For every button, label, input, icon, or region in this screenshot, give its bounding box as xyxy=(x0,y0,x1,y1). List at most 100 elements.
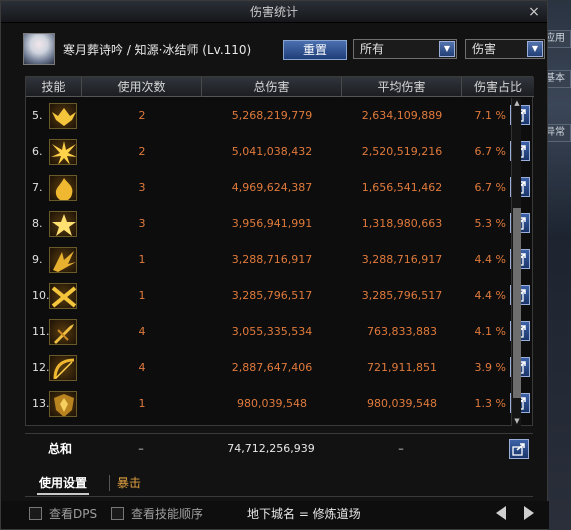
total-uses: – xyxy=(138,442,144,455)
total-share-button[interactable] xyxy=(509,439,529,459)
view-order-label: 查看技能顺序 xyxy=(131,507,204,521)
window-title: 伤害统计 xyxy=(249,5,298,19)
row-uses: 2 xyxy=(138,109,146,122)
row-avg-damage: 980,039,548 xyxy=(367,397,437,410)
row-uses: 4 xyxy=(138,361,146,374)
skill-icon-burst-glyph xyxy=(51,141,76,164)
filter-select-value: 所有 xyxy=(360,42,385,56)
character-name: 寒月葬诗吟 / 知源·冰结师 (Lv.110) xyxy=(63,43,252,57)
row-avg-damage: 763,833,883 xyxy=(367,325,437,338)
skill-icon-bow-glyph xyxy=(53,358,75,380)
skill-icon-shards-glyph xyxy=(53,251,76,272)
row-avg-damage: 721,911,851 xyxy=(367,361,437,374)
view-dps-label: 查看DPS xyxy=(49,507,98,521)
reset-button[interactable]: 重置 xyxy=(283,40,347,60)
row-share: 4.4 % xyxy=(474,289,506,302)
table-row[interactable]: 5. 2 5,268,219,779 2,634,109,889 7.1 % xyxy=(26,99,530,133)
row-share: 6.7 % xyxy=(474,145,506,158)
table-row[interactable]: 6. 2 5,041,038,432 2,520,519,216 6.7 % xyxy=(26,135,530,169)
row-uses: 1 xyxy=(138,397,146,410)
chevron-down-icon[interactable]: ▼ xyxy=(527,41,543,57)
scroll-down-icon[interactable]: ▼ xyxy=(512,416,522,426)
skill-icon-wings[interactable] xyxy=(49,103,77,129)
row-uses: 1 xyxy=(138,253,146,266)
col-avg[interactable]: 平均伤害 xyxy=(342,77,462,97)
col-uses[interactable]: 使用次数 xyxy=(82,77,202,97)
skill-icon-flame-glyph xyxy=(55,178,73,200)
row-uses: 4 xyxy=(138,325,146,338)
avatar xyxy=(23,33,55,65)
tab-divider xyxy=(109,475,110,491)
next-page-icon[interactable] xyxy=(524,506,534,520)
chevron-down-icon[interactable]: ▼ xyxy=(439,41,455,57)
row-total-damage: 3,055,335,534 xyxy=(231,325,313,338)
share-icon xyxy=(512,443,525,456)
row-total-damage: 980,039,548 xyxy=(237,397,307,410)
skill-icon-burst[interactable] xyxy=(49,139,77,165)
row-share: 4.4 % xyxy=(474,253,506,266)
row-share: 1.3 % xyxy=(474,397,506,410)
scroll-up-icon[interactable]: ▲ xyxy=(512,98,522,108)
row-total-damage: 3,288,716,917 xyxy=(231,253,313,266)
row-uses: 2 xyxy=(138,145,146,158)
table-header: 技能 使用次数 总伤害 平均伤害 伤害占比 xyxy=(26,77,534,97)
row-share: 5.3 % xyxy=(474,217,506,230)
scrollbar[interactable]: ▲ ▼ xyxy=(511,98,521,426)
skill-icon-star[interactable] xyxy=(49,211,77,237)
skill-icon-spear[interactable] xyxy=(49,319,77,345)
table-row[interactable]: 11. 4 3,055,335,534 763,833,883 4.1 % xyxy=(26,315,530,349)
table-row[interactable]: 10. 1 3,285,796,517 3,285,796,517 4.4 % xyxy=(26,279,530,313)
filter-select[interactable]: 所有 ▼ xyxy=(353,39,457,59)
col-skill[interactable]: 技能 xyxy=(26,77,82,97)
row-total-damage: 3,285,796,517 xyxy=(231,289,313,302)
row-total-damage: 2,887,647,406 xyxy=(231,361,313,374)
skill-icon-shield[interactable] xyxy=(49,391,77,417)
row-share: 3.9 % xyxy=(474,361,506,374)
skill-icon-flame[interactable] xyxy=(49,175,77,201)
skill-table: 技能 使用次数 总伤害 平均伤害 伤害占比 5. 2 5,268,219,779… xyxy=(25,76,534,426)
col-share[interactable]: 伤害占比 xyxy=(462,77,534,97)
row-uses: 3 xyxy=(138,181,146,194)
tab-usage-settings[interactable]: 使用设置 xyxy=(37,471,90,495)
row-total-damage: 4,969,624,387 xyxy=(231,181,313,194)
row-avg-damage: 3,285,796,517 xyxy=(361,289,443,302)
footer: 查看DPS 查看技能顺序 地下城名 = 修炼道场 xyxy=(1,501,549,529)
row-share: 4.1 % xyxy=(474,325,506,338)
scroll-thumb[interactable] xyxy=(513,208,521,398)
row-total-damage: 5,268,219,779 xyxy=(231,109,313,122)
table-row[interactable]: 13. 1 980,039,548 980,039,548 1.3 % xyxy=(26,387,530,421)
row-uses: 1 xyxy=(138,289,146,302)
skill-icon-shield-glyph xyxy=(54,394,74,416)
skill-icon-shards[interactable] xyxy=(49,247,77,273)
row-avg-damage: 1,318,980,663 xyxy=(361,217,443,230)
skill-icon-cross-glyph xyxy=(51,286,76,308)
title-bar[interactable]: 伤害统计 xyxy=(1,1,547,23)
col-total[interactable]: 总伤害 xyxy=(202,77,342,97)
view-dps-checkbox[interactable] xyxy=(29,507,42,520)
skill-icon-star-glyph xyxy=(52,214,76,236)
table-row[interactable]: 8. 3 3,956,941,991 1,318,980,663 5.3 % xyxy=(26,207,530,241)
row-uses: 3 xyxy=(138,217,146,230)
prev-page-icon[interactable] xyxy=(496,506,506,520)
row-total-damage: 3,956,941,991 xyxy=(231,217,313,230)
close-icon[interactable]: × xyxy=(525,4,543,20)
type-select-value: 伤害 xyxy=(472,42,497,56)
table-row[interactable]: 7. 3 4,969,624,387 1,656,541,462 6.7 % xyxy=(26,171,530,205)
tab-crit[interactable]: 暴击 xyxy=(117,471,141,495)
character-header: 寒月葬诗吟 / 知源·冰结师 (Lv.110) 重置 所有 ▼ 伤害 ▼ xyxy=(21,31,545,69)
dungeon-name: 地下城名 = 修炼道场 xyxy=(247,507,361,521)
table-row[interactable]: 12. 4 2,887,647,406 721,911,851 3.9 % xyxy=(26,351,530,385)
skill-icon-spear-glyph xyxy=(54,324,74,344)
skill-icon-cross[interactable] xyxy=(49,283,77,309)
row-share: 7.1 % xyxy=(474,109,506,122)
skill-icon-wings-glyph xyxy=(52,108,76,126)
row-avg-damage: 2,634,109,889 xyxy=(361,109,443,122)
table-row[interactable]: 9. 1 3,288,716,917 3,288,716,917 4.4 % xyxy=(26,243,530,277)
type-select[interactable]: 伤害 ▼ xyxy=(465,39,545,59)
bottom-tabs: 使用设置 暴击 xyxy=(25,471,533,497)
row-total-damage: 5,041,038,432 xyxy=(231,145,313,158)
skill-icon-bow[interactable] xyxy=(49,355,77,381)
total-row: 总和 – 74,712,256,939 – xyxy=(25,433,533,463)
view-order-checkbox[interactable] xyxy=(111,507,124,520)
total-damage: 74,712,256,939 xyxy=(227,442,315,455)
